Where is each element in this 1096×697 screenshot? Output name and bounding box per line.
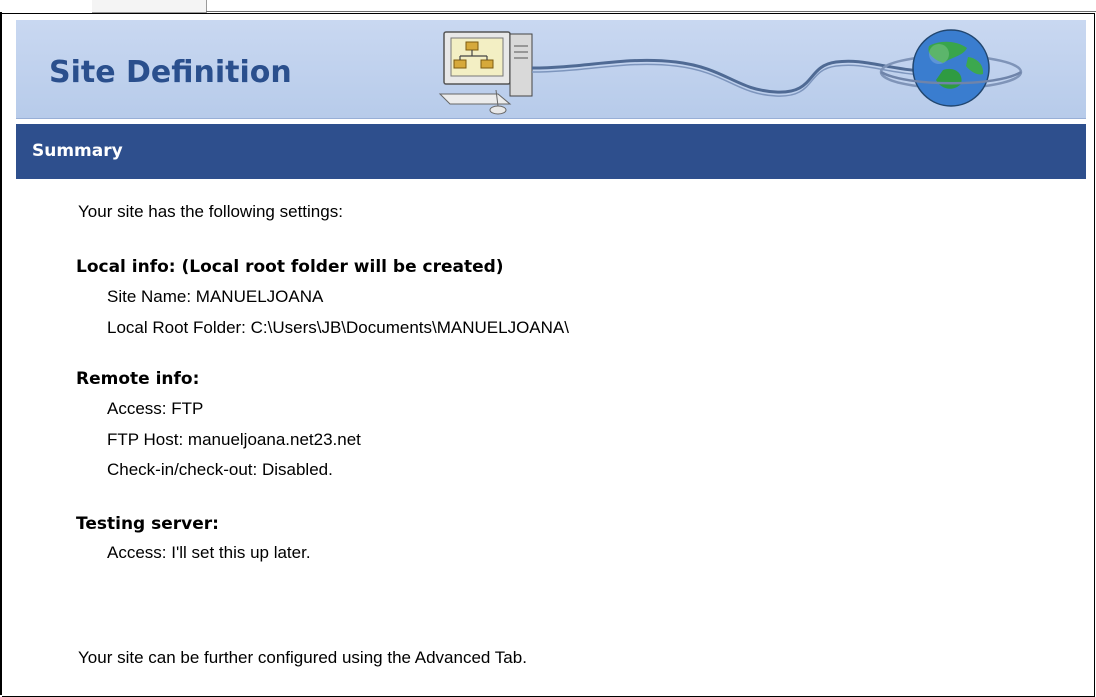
banner: Site Definition [16,20,1086,119]
computer-icon [438,31,533,115]
site-definition-dialog: Site Definition Summary Your site has th… [0,0,1096,697]
remote-access-value: Access: FTP [107,399,204,418]
tab-stub[interactable] [92,0,207,13]
ftp-host-value: FTP Host: manueljoana.net23.net [107,430,361,449]
site-name-value: Site Name: MANUELJOANA [107,287,324,306]
top-divider [206,11,1096,12]
advanced-tab-note: Your site can be further configured usin… [78,648,527,667]
testing-access-value: Access: I'll set this up later. [107,543,311,562]
checkin-checkout-value: Check-in/check-out: Disabled. [107,460,333,479]
remote-info-heading: Remote info: [76,369,200,389]
testing-server-heading: Testing server: [76,514,219,534]
local-info-heading: Local info: (Local root folder will be c… [76,257,504,277]
banner-title: Site Definition [49,55,292,90]
summary-title: Summary [32,141,123,161]
local-root-folder-value: Local Root Folder: C:\Users\JB\Documents… [107,318,569,337]
summary-intro: Your site has the following settings: [78,202,343,221]
summary-section-bar: Summary [16,124,1086,179]
banner-art [438,29,1023,115]
